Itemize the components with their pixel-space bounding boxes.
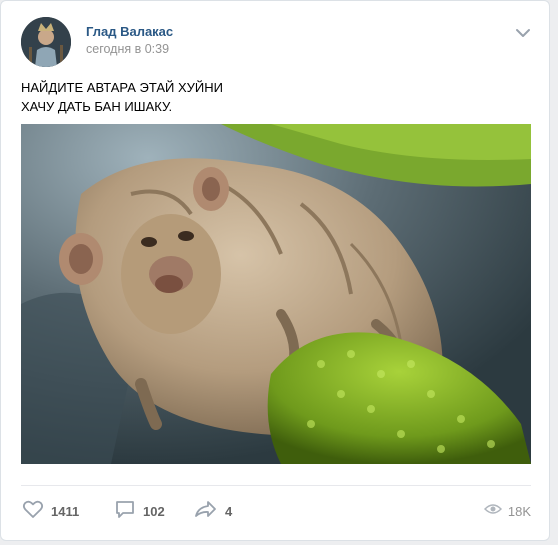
view-count: 18K: [507, 503, 531, 519]
author-avatar[interactable]: [21, 17, 71, 67]
like-count: 1411: [51, 503, 80, 519]
post-header: Глад Валакас сегодня в 0:39: [21, 17, 531, 67]
post-image[interactable]: [21, 124, 531, 464]
post-text-line: ХАЧУ ДАТЬ БАН ИШАКУ.: [21, 99, 173, 114]
share-count: 4: [225, 503, 233, 519]
wall-post: Глад Валакас сегодня в 0:39 НАЙДИТЕ АВТА…: [0, 0, 550, 541]
heart-icon: [21, 497, 45, 526]
comment-icon: [113, 497, 137, 526]
share-button[interactable]: 4: [193, 499, 232, 523]
chevron-down-icon[interactable]: [515, 25, 531, 41]
actions-divider: [21, 485, 531, 486]
post-text-line: НАЙДИТЕ АВТАРА ЭТАЙ ХУЙНИ: [21, 80, 223, 95]
share-arrow-icon: [193, 497, 219, 526]
eye-icon: [483, 502, 502, 521]
post-text: НАЙДИТЕ АВТАРА ЭТАЙ ХУЙНИ ХАЧУ ДАТЬ БАН …: [21, 78, 223, 116]
comment-count: 102: [143, 503, 165, 519]
like-button[interactable]: 1411: [21, 499, 79, 523]
comment-button[interactable]: 102: [113, 499, 165, 523]
post-actions: 1411 102 4 18K: [21, 499, 531, 523]
author-name[interactable]: Глад Валакас: [86, 24, 173, 39]
post-date[interactable]: сегодня в 0:39: [86, 42, 169, 56]
views-counter: 18K: [483, 499, 531, 523]
